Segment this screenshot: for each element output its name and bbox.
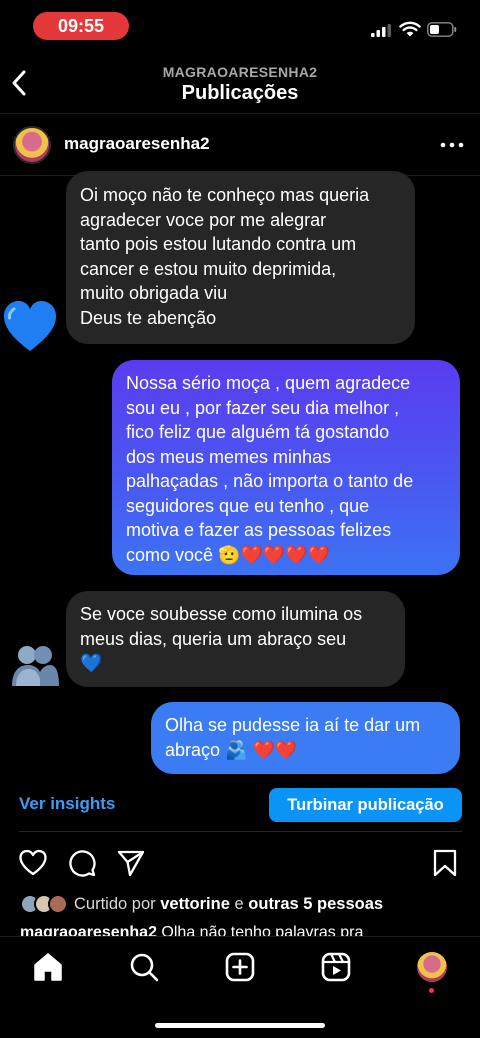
page-title: Publicações: [181, 82, 299, 104]
more-horizontal-icon[interactable]: [440, 136, 464, 154]
liked-prefix: Curtido por: [74, 894, 156, 913]
bottom-navigation: [0, 936, 480, 1038]
boost-post-button[interactable]: Turbinar publicação: [269, 788, 462, 822]
message-line: abraço 🫂 ❤️❤️: [165, 739, 298, 760]
message-line: cancer e estou muito deprimida,: [80, 258, 337, 279]
chat-message-received: Oi moço não te conheço mas queria agrade…: [66, 171, 415, 344]
message-line: Olha se pudesse ia aí te dar um: [165, 715, 421, 735]
message-line: meus dias, queria um abraço seu: [80, 628, 347, 649]
blue-heart-icon: [4, 301, 56, 351]
message-line: agradecer voce por me alegrar: [80, 209, 327, 230]
liker-avatar: [48, 894, 68, 914]
message-line: tanto pois estou lutando contra um: [80, 234, 357, 254]
notification-dot: [429, 988, 434, 993]
chat-message-received: Se voce soubesse como ilumina os meus di…: [66, 591, 405, 687]
view-insights-link[interactable]: Ver insights: [19, 794, 115, 814]
status-time: 09:55: [33, 12, 129, 40]
message-line: Oi moço não te conheço mas queria: [80, 185, 370, 205]
send-icon[interactable]: [116, 848, 146, 878]
chat-message-sent: Olha se pudesse ia aí te dar um abraço 🫂…: [151, 702, 460, 774]
header-username: MAGRAOARESENHA2: [162, 64, 318, 80]
message-line: como você 🫡❤️❤️❤️❤️: [126, 544, 331, 565]
post-header: magraoaresenha2: [0, 114, 480, 176]
home-indicator: [155, 1023, 325, 1028]
comment-icon[interactable]: [67, 848, 97, 878]
post-image-chat[interactable]: Oi moço não te conheço mas queria agrade…: [0, 171, 480, 782]
cellular-signal-icon: [371, 24, 391, 37]
message-line: dos meus memes minhas: [126, 446, 332, 467]
liked-user[interactable]: vettorine: [160, 895, 230, 913]
message-line: motiva e fazer as pessoas felizes: [126, 520, 392, 540]
profile-avatar[interactable]: [417, 952, 447, 982]
home-icon[interactable]: [32, 951, 64, 983]
status-bar: 09:55: [0, 0, 480, 52]
search-icon[interactable]: [128, 951, 160, 983]
create-icon[interactable]: [224, 951, 256, 983]
message-line: Se voce soubesse como ilumina os: [80, 604, 363, 624]
message-line: Nossa sério moça , quem agradece: [126, 373, 411, 393]
message-line: seguidores que eu tenho , que: [126, 495, 370, 516]
liked-others[interactable]: outras 5 pessoas: [248, 895, 383, 913]
liked-by-row[interactable]: Curtido por vettorine e outras 5 pessoas: [20, 893, 383, 915]
divider: [19, 831, 462, 832]
liked-conj: e: [234, 894, 244, 913]
message-line: fico feliz que alguém tá gostando: [126, 422, 390, 442]
post-author-avatar[interactable]: [13, 126, 51, 164]
page-header: MAGRAOARESENHA2 Publicações: [0, 52, 480, 114]
message-line: muito obrigada viu: [80, 283, 228, 303]
message-line: 💙: [80, 653, 103, 673]
message-line: sou eu , por fazer seu dia melhor ,: [126, 397, 400, 418]
heart-outline-icon[interactable]: [18, 848, 48, 878]
post-author-username[interactable]: magraoaresenha2: [64, 134, 210, 154]
message-line: Deus te abenção: [80, 307, 217, 328]
liked-by-text: Curtido por vettorine e outras 5 pessoas: [74, 895, 383, 914]
battery-icon: [427, 22, 457, 37]
message-line: palhaçadas , não importa o tanto de: [126, 471, 414, 491]
reels-icon[interactable]: [320, 951, 352, 983]
bookmark-icon[interactable]: [430, 848, 460, 878]
chat-message-sent: Nossa sério moça , quem agradece sou eu …: [112, 360, 460, 575]
wifi-icon: [399, 21, 421, 37]
hug-people-icon: [12, 646, 59, 686]
